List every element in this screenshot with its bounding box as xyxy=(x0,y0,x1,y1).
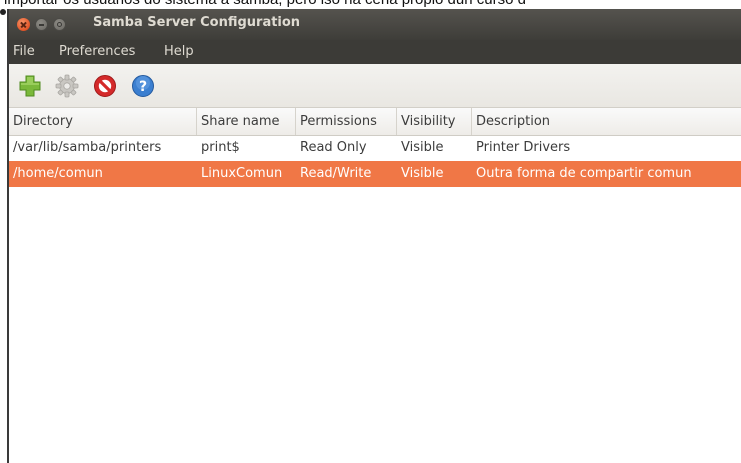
menu-bar: File Preferences Help xyxy=(9,40,741,64)
cell-directory: /var/lib/samba/printers xyxy=(13,140,162,155)
shares-table: Directory Share name Permissions Visibil… xyxy=(9,108,741,463)
cell-share-name: LinuxComun xyxy=(201,166,283,181)
toolbar: ? xyxy=(9,64,741,108)
properties-gear-icon xyxy=(55,74,79,98)
table-header: Directory Share name Permissions Visibil… xyxy=(9,108,741,136)
maximize-window-icon[interactable] xyxy=(53,18,66,31)
minimize-window-icon[interactable] xyxy=(35,18,48,31)
properties-button[interactable] xyxy=(54,73,80,99)
column-header-description[interactable]: Description xyxy=(472,108,741,135)
menu-preferences[interactable]: Preferences xyxy=(59,44,135,59)
close-window-icon[interactable] xyxy=(17,18,30,31)
column-header-directory[interactable]: Directory xyxy=(9,108,197,135)
cell-permissions: Read/Write xyxy=(300,166,372,181)
table-row[interactable]: /var/lib/samba/printers print$ Read Only… xyxy=(9,135,741,161)
cell-description: Outra forma de compartir comun xyxy=(476,166,692,181)
column-header-share-name[interactable]: Share name xyxy=(197,108,296,135)
delete-share-button[interactable] xyxy=(92,73,118,99)
cell-permissions: Read Only xyxy=(300,140,367,155)
add-share-button[interactable] xyxy=(17,73,43,99)
column-header-permissions[interactable]: Permissions xyxy=(296,108,397,135)
cell-visibility: Visible xyxy=(401,166,444,181)
title-bar[interactable]: Samba Server Configuration xyxy=(9,9,741,40)
cell-directory: /home/comun xyxy=(13,166,103,181)
add-share-icon xyxy=(19,75,41,97)
help-button[interactable]: ? xyxy=(130,73,156,99)
table-row-selected[interactable]: /home/comun LinuxComun Read/Write Visibl… xyxy=(9,161,741,187)
background-page-text: importar os usuarios do sistema a samba,… xyxy=(4,0,526,8)
cell-description: Printer Drivers xyxy=(476,140,571,155)
samba-config-window: Samba Server Configuration File Preferen… xyxy=(7,9,741,463)
screenshot: importar os usuarios do sistema a samba,… xyxy=(0,0,741,463)
delete-share-icon xyxy=(94,75,116,97)
window-title: Samba Server Configuration xyxy=(93,15,301,30)
help-icon: ? xyxy=(132,75,154,97)
cell-share-name: print$ xyxy=(201,140,240,155)
column-header-visibility[interactable]: Visibility xyxy=(397,108,472,135)
cell-visibility: Visible xyxy=(401,140,444,155)
svg-text:?: ? xyxy=(139,79,147,95)
menu-help[interactable]: Help xyxy=(164,44,194,59)
menu-file[interactable]: File xyxy=(13,44,35,59)
bullet-marker xyxy=(0,9,6,15)
